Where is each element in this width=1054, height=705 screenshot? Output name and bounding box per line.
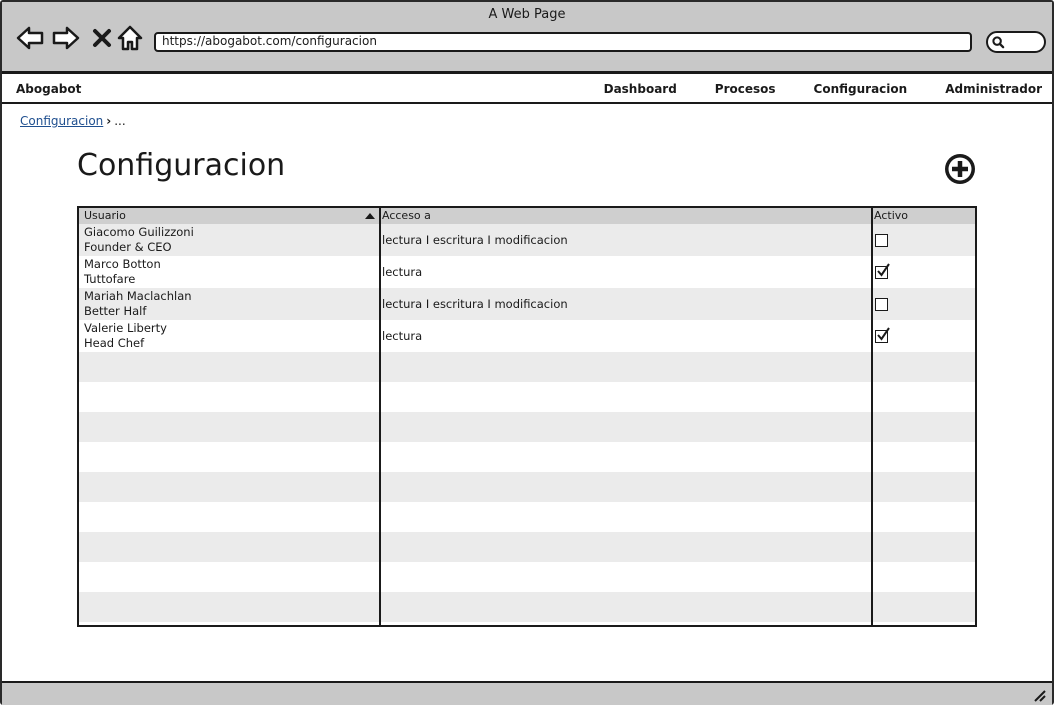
empty-row <box>79 352 975 382</box>
resize-grip-icon[interactable] <box>1032 688 1046 702</box>
column-header-activo[interactable]: Activo <box>874 209 908 222</box>
close-icon <box>93 29 111 47</box>
nav-links: Dashboard Procesos Configuracion Adminis… <box>566 82 1042 96</box>
table-header: Usuario Acceso a Activo <box>79 208 975 224</box>
breadcrumb-link-configuracion[interactable]: Configuracion <box>20 114 103 128</box>
nav-link-dashboard[interactable]: Dashboard <box>604 82 677 96</box>
empty-row <box>79 382 975 412</box>
browser-chrome: A Web Page https://abogabot.com/configur… <box>2 2 1052 74</box>
table-row[interactable]: Marco Botton Tuttofare lectura <box>79 256 975 288</box>
access-level: lectura <box>382 265 423 279</box>
sort-ascending-icon[interactable] <box>365 213 375 219</box>
column-divider <box>379 208 381 625</box>
home-button[interactable] <box>114 22 146 54</box>
table-row[interactable]: Valerie Liberty Head Chef lectura <box>79 320 975 352</box>
empty-row <box>79 442 975 472</box>
user-name: Giacomo Guilizzoni <box>84 225 194 239</box>
add-user-button[interactable] <box>943 152 977 186</box>
page-title: Configuracion <box>77 148 286 183</box>
browser-window: A Web Page https://abogabot.com/configur… <box>0 0 1054 705</box>
breadcrumb-rest: ... <box>114 114 126 128</box>
active-checkbox[interactable] <box>875 327 890 343</box>
access-level: lectura I escritura I modificacion <box>382 233 568 247</box>
home-icon <box>117 25 143 51</box>
nav-link-configuracion[interactable]: Configuracion <box>814 82 908 96</box>
checkmark-icon <box>877 327 890 341</box>
table-row[interactable]: Mariah Maclachlan Better Half lectura I es… <box>79 288 975 320</box>
user-role: Tuttofare <box>84 272 136 286</box>
user-role: Founder & CEO <box>84 240 172 254</box>
nav-link-procesos[interactable]: Procesos <box>715 82 776 96</box>
arrow-right-icon <box>52 26 80 50</box>
empty-row <box>79 532 975 562</box>
nav-link-administrador[interactable]: Administrador <box>945 82 1042 96</box>
user-role: Better Half <box>84 304 147 318</box>
active-checkbox[interactable] <box>875 234 888 247</box>
checkmark-icon <box>877 263 890 277</box>
active-checkbox[interactable] <box>875 263 890 279</box>
arrow-left-icon <box>16 26 44 50</box>
plus-circle-icon <box>945 154 975 184</box>
status-bar <box>2 681 1052 705</box>
users-table: Usuario Acceso a Activo Giacomo Guilizzo… <box>77 206 977 627</box>
empty-row <box>79 412 975 442</box>
access-level: lectura <box>382 329 423 343</box>
forward-button[interactable] <box>50 22 82 54</box>
column-divider <box>871 208 873 625</box>
breadcrumb: Configuracion ›... <box>20 114 126 128</box>
brand-logo[interactable]: Abogabot <box>16 82 81 96</box>
search-field[interactable] <box>986 31 1046 53</box>
address-bar[interactable]: https://abogabot.com/configuracion <box>154 32 972 52</box>
empty-row <box>79 562 975 592</box>
access-level: lectura I escritura I modificacion <box>382 297 568 311</box>
user-name: Mariah Maclachlan <box>84 289 192 303</box>
search-icon <box>992 36 1005 49</box>
column-header-usuario[interactable]: Usuario <box>84 209 126 222</box>
empty-row <box>79 622 975 624</box>
user-role: Head Chef <box>84 336 145 350</box>
chevron-right-icon: › <box>106 114 112 128</box>
empty-row <box>79 472 975 502</box>
window-title: A Web Page <box>488 7 566 22</box>
user-name: Marco Botton <box>84 257 161 271</box>
back-button[interactable] <box>14 22 46 54</box>
app-navbar: Abogabot Dashboard Procesos Configuracio… <box>2 76 1052 104</box>
user-name: Valerie Liberty <box>84 321 167 335</box>
active-checkbox[interactable] <box>875 298 888 311</box>
empty-row <box>79 502 975 532</box>
table-row[interactable]: Giacomo Guilizzoni Founder & CEO lectura I… <box>79 224 975 256</box>
empty-row <box>79 592 975 622</box>
column-header-acceso[interactable]: Acceso a <box>382 209 431 222</box>
